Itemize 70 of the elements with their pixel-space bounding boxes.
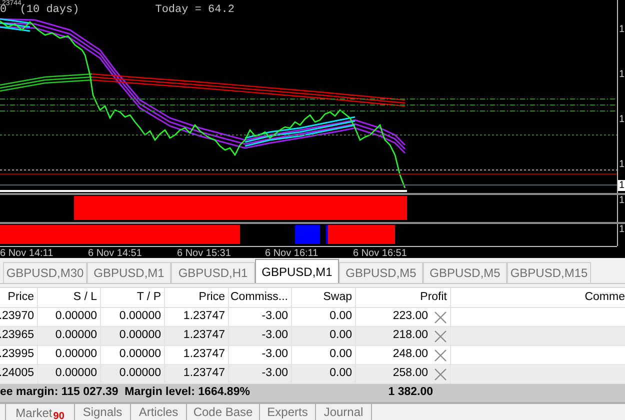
table-cell-text: 218.00 [392,328,428,344]
table-cell-text: -3.00 [262,328,288,344]
table-cell-text: .23965 [0,328,34,344]
indicator-value: Today = 64.2 [155,4,234,16]
indicator-label: 0 (10 days) [0,4,80,16]
table-cell-text: .23995 [0,347,34,362]
axis-label: 1. [618,224,625,235]
current-price-label: 1 [618,180,625,191]
table-cell-text: 0.00000 [119,328,161,344]
table-cell-text: .24005 [0,366,34,382]
close-icon[interactable] [434,310,447,324]
chart-tab[interactable]: GBPUSD,M1 [255,259,339,283]
table-cell-text: 0.00000 [55,309,97,324]
table-cell-text: .23970 [0,309,34,324]
column-header[interactable]: Swap [323,288,352,306]
bottom-tab[interactable]: Experts [260,404,316,420]
time-label: 6 Nov 16:51 [353,248,407,259]
table-cell-text: 0.00 [330,366,352,382]
table-cell-text: 258.00 [392,366,428,382]
chart-tab[interactable]: GBPUSD,M5 [339,262,423,283]
column-header[interactable]: Commiss... [230,288,288,306]
table-cell-text: -3.00 [262,347,288,362]
axis-label: 1 [619,114,625,125]
table-cell-text: 1.23747 [183,328,225,344]
table-cell-text: 1.23747 [183,309,225,324]
bottom-tab[interactable]: Articles [131,404,187,420]
margin-summary: ee margin: 115 027.39 Margin level: 1664.89% [0,385,251,400]
close-icon[interactable] [434,330,447,342]
bottom-tab[interactable]: Journal [316,404,372,420]
table-cell-text: 0.00000 [119,309,161,324]
table-cell-text: 0.00000 [119,347,161,362]
profit-total: 1 382.00 [387,385,433,400]
column-header[interactable]: S / L [73,288,97,306]
table-cell-text: -3.00 [262,309,288,324]
table-cell-text: 0.00000 [55,366,97,382]
chart-tab[interactable]: GBPUSD,M15 [507,262,591,283]
table-cell-text: 0.00 [330,309,352,324]
close-icon[interactable] [434,348,447,362]
chart-tab[interactable]: GBPUSD,H1 [171,262,255,283]
axis-label: 1 [619,24,625,35]
table-cell-text: 1.23747 [183,347,225,362]
bottom-tab[interactable]: Signals [75,404,131,420]
time-label: 6 Nov 15:31 [177,248,231,259]
table-cell-text: 0.00 [330,347,352,362]
table-cell-text: 1.23747 [183,366,225,382]
table-cell-text: 0.00 [330,328,352,344]
chart-tab[interactable]: GBPUSD,M5 [423,262,507,283]
time-label: 6 Nov 14:51 [88,248,142,259]
table-cell-text: 0.00000 [55,347,97,362]
bottom-tab[interactable]: Code Base [187,404,260,420]
table-cell-text: 223.00 [392,309,428,324]
table-cell-text: 0.00000 [55,328,97,344]
close-icon[interactable] [434,368,447,380]
axis-label: 1 [619,159,625,170]
axis-label: 1. [618,195,625,206]
column-header[interactable]: Comme [584,288,625,306]
axis-label: 1 [619,69,625,80]
chart-tab[interactable]: GBPUSD,M30 [3,262,87,283]
time-label: 6 Nov 16:11 [265,248,318,259]
bottom-tab[interactable]: Market [16,406,52,420]
column-header[interactable]: Price [198,288,225,306]
column-header[interactable]: T / P [136,288,161,306]
table-cell-text: -3.00 [262,366,288,382]
table-cell-text: 248.00 [392,347,428,362]
table-cell-text: 0.00000 [119,366,161,382]
column-header[interactable]: Price [8,288,34,306]
time-label: 6 Nov 14:11 [0,248,54,259]
notification-count: 90 [53,412,64,420]
column-header[interactable]: Profit [420,288,447,306]
chart-tab[interactable]: GBPUSD,M1 [87,262,171,283]
